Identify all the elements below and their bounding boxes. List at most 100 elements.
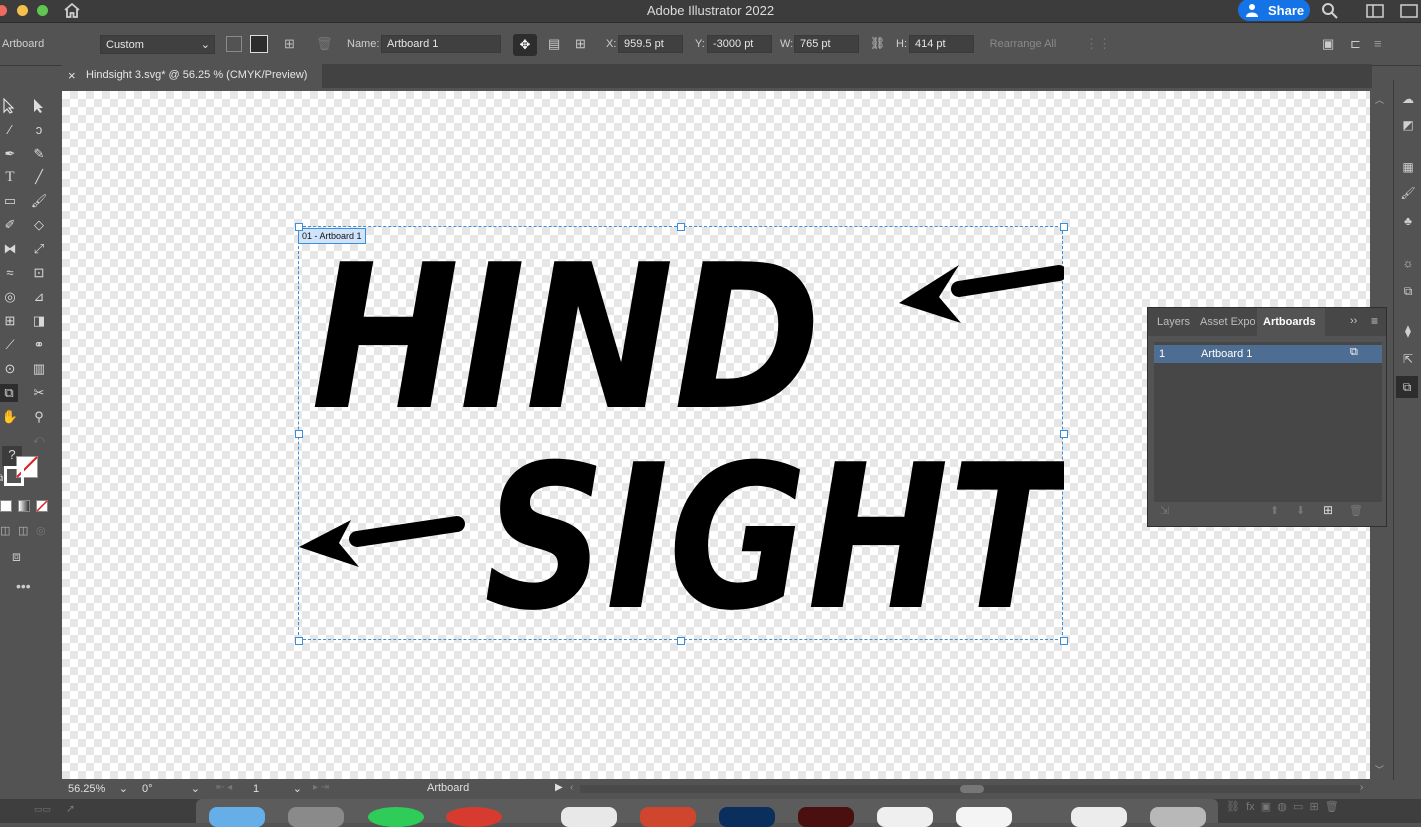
perspective-grid-tool-icon[interactable]: ⊿: [30, 288, 48, 306]
play-icon[interactable]: ▶: [555, 782, 563, 793]
downloads-stack-icon[interactable]: [1071, 807, 1127, 827]
horizontal-scrollbar[interactable]: [580, 785, 1360, 793]
line-tool-icon[interactable]: ╱: [30, 168, 48, 186]
tab-artboards[interactable]: Artboards: [1257, 308, 1325, 336]
link-icon[interactable]: ⛓: [870, 36, 885, 50]
arrange-documents-icon[interactable]: [1400, 4, 1418, 18]
textedit-icon[interactable]: [877, 807, 933, 827]
artboard-options-icon[interactable]: ▤: [548, 36, 560, 52]
tab-asset-export[interactable]: Asset Expo: [1200, 308, 1255, 336]
delete-artboard-icon[interactable]: 🗑: [316, 36, 333, 52]
export-icon[interactable]: ⇱: [1400, 352, 1416, 366]
zoom-tool-icon[interactable]: ⚲: [30, 408, 48, 426]
shape-builder-tool-icon[interactable]: ◎: [1, 288, 19, 306]
width-tool-icon[interactable]: ≈: [1, 264, 19, 282]
artboard[interactable]: 01 - Artboard 1 HIND SIGHT: [295, 223, 1068, 645]
facetime-icon[interactable]: [368, 807, 424, 827]
symbols-icon[interactable]: ♣: [1400, 214, 1416, 228]
tab-layers[interactable]: Layers: [1157, 308, 1190, 336]
free-transform-tool-icon[interactable]: ⊡: [30, 264, 48, 282]
move-with-artboard-icon[interactable]: ✥: [513, 34, 537, 56]
blend-tool-icon[interactable]: ⚭: [30, 336, 48, 354]
scroll-right-icon[interactable]: ›: [1360, 782, 1363, 793]
scroll-thumb[interactable]: [960, 785, 984, 793]
rectangle-tool-icon[interactable]: ▭: [1, 192, 19, 210]
settings-icon[interactable]: [288, 807, 344, 827]
appearance-icon[interactable]: ☼: [1400, 256, 1416, 270]
zoom-field[interactable]: 56.25% ⌄: [64, 780, 132, 798]
scroll-down-icon[interactable]: ﹀: [1375, 763, 1384, 776]
artboard-tool-icon[interactable]: ⧉: [0, 384, 18, 402]
color-mode-icon[interactable]: [0, 500, 12, 512]
screen-mode-icon[interactable]: ⧈: [12, 548, 21, 565]
app-icon[interactable]: [956, 807, 1012, 827]
scroll-left-icon[interactable]: ‹: [570, 782, 573, 793]
menu-icon[interactable]: ≡: [1374, 36, 1382, 51]
brushes-icon[interactable]: 🖌: [1400, 186, 1416, 200]
rearrange-all-button[interactable]: Rearrange All: [984, 34, 1062, 54]
landscape-orientation-icon[interactable]: [250, 35, 268, 53]
column-graph-tool-icon[interactable]: ▥: [30, 360, 48, 378]
draw-normal-icon[interactable]: ◫: [0, 524, 10, 537]
more-tools-icon[interactable]: •••: [16, 578, 31, 594]
portrait-orientation-icon[interactable]: [226, 36, 242, 52]
pen-tool-icon[interactable]: ✒: [1, 145, 19, 163]
close-tab-icon[interactable]: ×: [68, 68, 76, 83]
reference-point-icon[interactable]: ⊞: [575, 36, 586, 52]
reflect-tool-icon[interactable]: ⧓: [1, 240, 19, 258]
none-mode-icon[interactable]: [36, 500, 48, 512]
default-colors-icon[interactable]: ⧉: [0, 473, 3, 484]
artboard-name-field[interactable]: [381, 35, 501, 53]
scale-tool-icon[interactable]: ⤢: [30, 240, 48, 258]
eraser-tool-icon[interactable]: ◇: [30, 216, 48, 234]
hand-tool-icon[interactable]: ✋: [1, 408, 19, 426]
transform-icon[interactable]: ⊏: [1350, 36, 1361, 52]
shaper-tool-icon[interactable]: ✐: [1, 216, 19, 234]
trash-icon[interactable]: [1150, 807, 1206, 827]
slice-tool-icon[interactable]: ✂: [30, 384, 48, 402]
mail-icon[interactable]: [561, 807, 617, 827]
finder-icon[interactable]: [209, 807, 265, 827]
artboard-options-icon[interactable]: ⧉: [1350, 346, 1358, 359]
w-field[interactable]: [794, 35, 859, 53]
type-tool-icon[interactable]: T: [1, 168, 19, 186]
panel-menu-icon[interactable]: ≡: [1371, 314, 1378, 328]
last-artboard-icon[interactable]: ▸ ⇥: [313, 782, 329, 793]
collapse-panel-icon[interactable]: ››: [1350, 315, 1357, 327]
selection-tool-icon[interactable]: [2, 98, 16, 114]
rearrange-icon[interactable]: ⇲: [1160, 504, 1169, 517]
transparency-icon[interactable]: ⧉: [1400, 284, 1416, 298]
eyedropper-tool-icon[interactable]: ⟋: [1, 336, 19, 354]
document-tab[interactable]: × Hindsight 3.svg* @ 56.25 % (CMYK/Previ…: [62, 64, 322, 88]
toolbar-grip[interactable]: [0, 78, 56, 82]
swatches-icon[interactable]: ▦: [1400, 160, 1416, 174]
scroll-up-icon[interactable]: ︿: [1375, 93, 1384, 106]
lasso-tool-icon[interactable]: ↄ: [30, 121, 48, 139]
curvature-tool-icon[interactable]: ✎: [30, 145, 48, 163]
artboard-number-field[interactable]: 1 ⌄: [250, 780, 306, 798]
delete-artboard-icon[interactable]: 🗑: [1349, 504, 1363, 517]
workspace-icon[interactable]: [1366, 4, 1384, 18]
x-field[interactable]: [618, 35, 683, 53]
distribute-icon[interactable]: ⋮⋮: [1085, 36, 1111, 52]
illustrator-icon[interactable]: [798, 807, 854, 827]
share-button[interactable]: Share: [1238, 0, 1310, 21]
move-up-icon[interactable]: ⬆: [1270, 504, 1279, 517]
direct-selection-tool-icon[interactable]: [32, 98, 46, 114]
first-artboard-icon[interactable]: ⇤ ◂: [216, 782, 232, 793]
rotation-field[interactable]: 0° ⌄: [138, 780, 204, 798]
new-artboard-icon[interactable]: ⊞: [284, 36, 295, 52]
chrome-icon[interactable]: [446, 807, 502, 827]
gradient-mode-icon[interactable]: [18, 500, 30, 512]
search-icon[interactable]: [1321, 2, 1339, 20]
swap-colors-icon[interactable]: ⤺: [33, 434, 45, 447]
mesh-tool-icon[interactable]: ⊞: [1, 312, 19, 330]
artboards-panel-icon[interactable]: ⧉: [1396, 376, 1418, 398]
libraries-icon[interactable]: ☁: [1400, 92, 1416, 106]
symbol-sprayer-tool-icon[interactable]: ⊙: [1, 360, 19, 378]
preset-dropdown[interactable]: Custom ⌄: [100, 35, 215, 54]
paintbrush-tool-icon[interactable]: 🖌: [30, 192, 48, 210]
new-artboard-icon[interactable]: ⊞: [1323, 503, 1333, 517]
stroke-swatch[interactable]: [4, 466, 24, 486]
draw-behind-icon[interactable]: ◫: [18, 524, 28, 537]
